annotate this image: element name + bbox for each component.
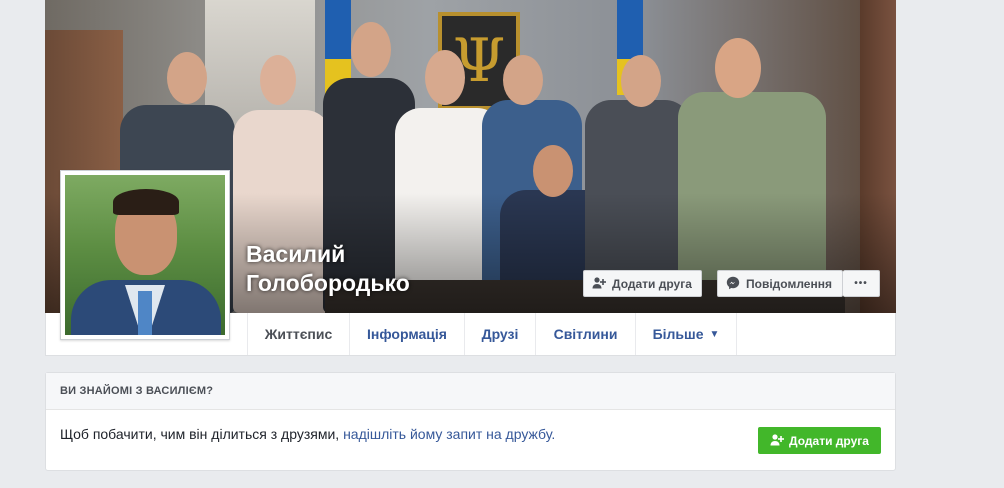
tab-photos[interactable]: Світлини — [535, 313, 635, 355]
cover-person-head — [503, 55, 543, 105]
profile-name-line2: Голобородько — [246, 270, 410, 296]
more-options-button[interactable]: ••• — [843, 270, 880, 297]
more-dots-icon: ••• — [854, 278, 868, 289]
cover-person-head — [533, 145, 573, 197]
add-friend-green-button[interactable]: Додати друга — [758, 427, 881, 454]
add-friend-label: Додати друга — [612, 276, 692, 291]
tab-label: Життєпис — [264, 326, 333, 342]
cover-person-head — [621, 55, 661, 107]
card-text-prefix: Щоб побачити, чим він ділиться з друзями… — [60, 426, 344, 442]
tab-label: Світлини — [553, 326, 618, 342]
card-heading: ВИ ЗНАЙОМІ З ВАСИЛІЄМ? — [46, 373, 895, 410]
send-request-link[interactable]: надішліть йому запит на дружбу. — [343, 426, 555, 442]
add-friend-icon — [592, 276, 606, 291]
profile-name[interactable]: Василий Голобородько — [246, 240, 410, 298]
messenger-icon — [726, 276, 740, 292]
caret-down-icon: ▼ — [709, 328, 720, 340]
message-label: Повідомлення — [746, 276, 832, 291]
add-friend-icon — [770, 433, 785, 448]
avatar-tie — [138, 291, 152, 335]
tab-label: Більше — [652, 326, 704, 342]
avatar-hair — [113, 189, 179, 215]
tab-label: Інформація — [367, 326, 447, 342]
know-person-card: ВИ ЗНАЙОМІ З ВАСИЛІЄМ? Щоб побачити, чим… — [45, 372, 896, 471]
card-body: Щоб побачити, чим він ділиться з друзями… — [46, 410, 895, 470]
profile-name-line1: Василий — [246, 241, 346, 267]
profile-picture[interactable] — [60, 170, 230, 340]
tab-friends[interactable]: Друзі — [464, 313, 535, 355]
add-friend-button[interactable]: Додати друга — [583, 270, 702, 297]
cover-person-head — [715, 38, 761, 98]
message-button[interactable]: Повідомлення — [717, 270, 843, 297]
add-friend-green-label: Додати друга — [789, 433, 869, 448]
profile-picture-image — [65, 175, 225, 335]
tab-label: Друзі — [481, 326, 519, 342]
tab-timeline[interactable]: Життєпис — [247, 313, 349, 355]
tab-more[interactable]: Більше ▼ — [635, 313, 737, 355]
cover-person-head — [351, 22, 391, 77]
card-text: Щоб побачити, чим він ділиться з друзями… — [60, 426, 555, 442]
cover-person-head — [260, 55, 296, 105]
cover-person-head — [425, 50, 465, 105]
cover-person-head — [167, 52, 207, 104]
tab-about[interactable]: Інформація — [349, 313, 464, 355]
